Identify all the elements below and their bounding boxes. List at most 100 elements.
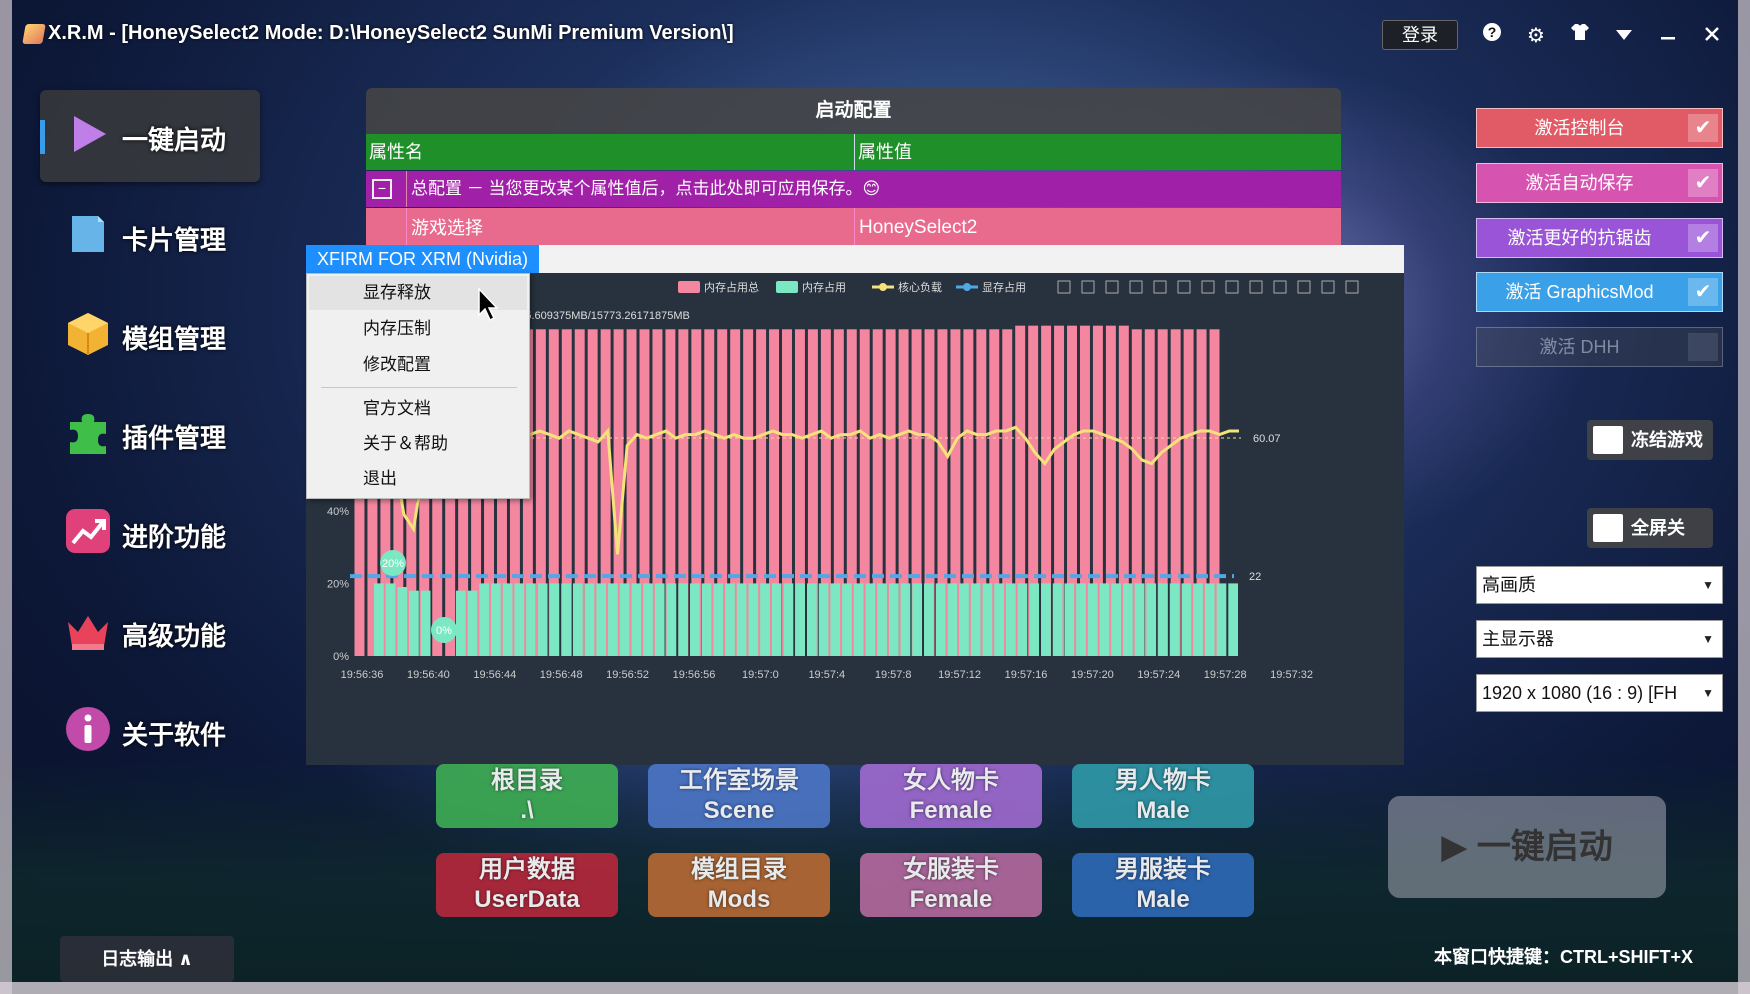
toggle-button-3[interactable]: 激活 GraphicsMod ✔: [1476, 272, 1723, 312]
card-icon: [72, 216, 104, 252]
bar-mem-used: [1193, 583, 1203, 656]
bar-mem-used: [1017, 583, 1028, 656]
puzzle-icon: [70, 414, 106, 454]
chart-toolbox-icon: [1177, 280, 1191, 294]
folder-button-7[interactable]: 男服装卡 Male: [1072, 853, 1254, 917]
chart-toolbox-icon: [1057, 280, 1071, 294]
display-value: 主显示器: [1482, 629, 1554, 649]
gear-icon[interactable]: ⚙: [1522, 22, 1550, 50]
check-icon[interactable]: ✔: [1688, 278, 1718, 306]
folder-button-title: 用户数据: [479, 856, 575, 883]
bar-mem-used: [1181, 583, 1192, 656]
check-icon[interactable]: ✔: [1688, 114, 1718, 142]
unchecked-box[interactable]: [1688, 333, 1718, 361]
chart-toolbox-icon: [1321, 280, 1335, 294]
folder-button-0[interactable]: 根目录 .\: [436, 764, 618, 828]
sidebar-item-label: 一键启动: [122, 125, 227, 155]
freeze-game-toggle[interactable]: 冻结游戏: [1587, 420, 1713, 460]
sidebar-item-launch[interactable]: 一键启动: [40, 90, 260, 182]
launch-game-button[interactable]: ▶ 一键启动: [1388, 796, 1666, 898]
fullscreen-toggle[interactable]: 全屏关: [1587, 508, 1713, 548]
sidebar-item-label: 插件管理: [122, 423, 227, 453]
minimize-icon[interactable]: [1654, 22, 1682, 50]
quality-select[interactable]: 高画质 ▼: [1476, 566, 1723, 604]
bar-mem-used: [608, 583, 618, 656]
bar-mem-used: [807, 583, 817, 656]
svg-text:?: ?: [1488, 24, 1497, 40]
sidebar-item-cards[interactable]: 卡片管理: [40, 190, 260, 282]
legend-label: 核心负载: [898, 280, 942, 294]
sidebar-item-label: 高级功能: [122, 621, 227, 651]
sidebar-item-advanced[interactable]: 进阶功能: [40, 487, 260, 579]
dropdown-icon[interactable]: [1610, 22, 1638, 50]
bar-mem-used: [455, 590, 466, 656]
folder-button-title: 模组目录: [691, 856, 787, 883]
folder-button-6[interactable]: 女服装卡 Female: [860, 853, 1042, 917]
bar-mem-used: [1041, 583, 1051, 656]
menu-item-docs[interactable]: 官方文档: [309, 392, 527, 426]
question-icon[interactable]: ?: [1478, 22, 1506, 50]
login-button[interactable]: 登录: [1382, 20, 1458, 50]
menu-item-edit-config[interactable]: 修改配置: [309, 348, 527, 382]
window-frame-right: [1738, 0, 1750, 994]
bar-mem-used: [1111, 583, 1121, 656]
bar-mem-used: [924, 583, 934, 656]
checkbox[interactable]: [1593, 514, 1623, 542]
y-tick-label: 40%: [327, 506, 349, 518]
resolution-select[interactable]: 1920 x 1080 (16 : 9) [FH ▼: [1476, 674, 1723, 712]
collapse-icon[interactable]: −: [372, 179, 392, 199]
bar-mem-used: [783, 583, 794, 656]
menu-item-about-help[interactable]: 关于＆帮助: [309, 427, 527, 461]
toggle-button-1[interactable]: 激活自动保存 ✔: [1476, 163, 1723, 203]
x-tick-label: 19:56:40: [407, 669, 450, 681]
resolution-value: 1920 x 1080 (16 : 9) [FH: [1482, 683, 1678, 703]
sidebar-item-pro[interactable]: 高级功能: [40, 586, 260, 678]
bar-mem-used: [526, 583, 536, 656]
toggle-button-0[interactable]: 激活控制台 ✔: [1476, 108, 1723, 148]
trend-icon: [66, 509, 110, 553]
display-select[interactable]: 主显示器 ▼: [1476, 620, 1723, 658]
log-output-button[interactable]: 日志输出 ∧: [60, 936, 234, 982]
x-tick-label: 19:56:36: [341, 669, 384, 681]
bar-mem-used: [970, 583, 981, 656]
sidebar-item-label: 卡片管理: [122, 225, 227, 255]
bar-mem-used: [1064, 583, 1075, 656]
toggle-button-4[interactable]: 激活 DHH: [1476, 327, 1723, 367]
close-icon[interactable]: [1698, 22, 1726, 50]
folder-button-1[interactable]: 工作室场景 Scene: [648, 764, 830, 828]
bar-mem-used: [1029, 583, 1040, 656]
sidebar-item-about[interactable]: 关于软件: [40, 685, 260, 777]
check-icon[interactable]: ✔: [1688, 224, 1718, 252]
bar-mem-used: [935, 583, 946, 656]
folder-button-2[interactable]: 女人物卡 Female: [860, 764, 1042, 828]
shirt-icon[interactable]: [1566, 22, 1594, 50]
sidebar-item-plugins[interactable]: 插件管理: [40, 388, 260, 480]
chart-toolbox-icon: [1129, 280, 1143, 294]
bar-mem-used: [959, 583, 969, 656]
config-row-game-name: 游戏选择: [406, 208, 483, 248]
chart-toolbox-icon: [1345, 280, 1359, 294]
menu-item-exit[interactable]: 退出: [309, 462, 527, 496]
bar-mem-used: [1076, 583, 1086, 656]
bar-mem-used: [678, 583, 688, 656]
config-row-game[interactable]: 游戏选择 HoneySelect2: [366, 208, 1341, 248]
chart-toolbox-icon: [1201, 280, 1215, 294]
freeze-game-label: 冻结游戏: [1631, 430, 1703, 450]
folder-button-3[interactable]: 男人物卡 Male: [1072, 764, 1254, 828]
folder-button-subtitle: .\: [520, 797, 534, 824]
config-row-game-value[interactable]: HoneySelect2: [854, 208, 977, 248]
chevron-down-icon: ▼: [1702, 686, 1714, 700]
bar-mem-used: [842, 583, 852, 656]
bar-mem-used: [479, 583, 490, 656]
config-row-general[interactable]: − 总配置 － 当您更改某个属性值后，点击此处即可应用保存。😊: [366, 171, 1341, 207]
sidebar-item-label: 关于软件: [122, 720, 227, 750]
toggle-button-2[interactable]: 激活更好的抗锯齿 ✔: [1476, 218, 1723, 258]
check-icon[interactable]: ✔: [1688, 169, 1718, 197]
checkbox[interactable]: [1593, 426, 1623, 454]
y-tick-label: 20%: [327, 578, 349, 590]
chart-toolbox-icon: [1081, 280, 1095, 294]
folder-button-4[interactable]: 用户数据 UserData: [436, 853, 618, 917]
box-icon: [68, 313, 108, 355]
folder-button-5[interactable]: 模组目录 Mods: [648, 853, 830, 917]
sidebar-item-mods[interactable]: 模组管理: [40, 289, 260, 381]
